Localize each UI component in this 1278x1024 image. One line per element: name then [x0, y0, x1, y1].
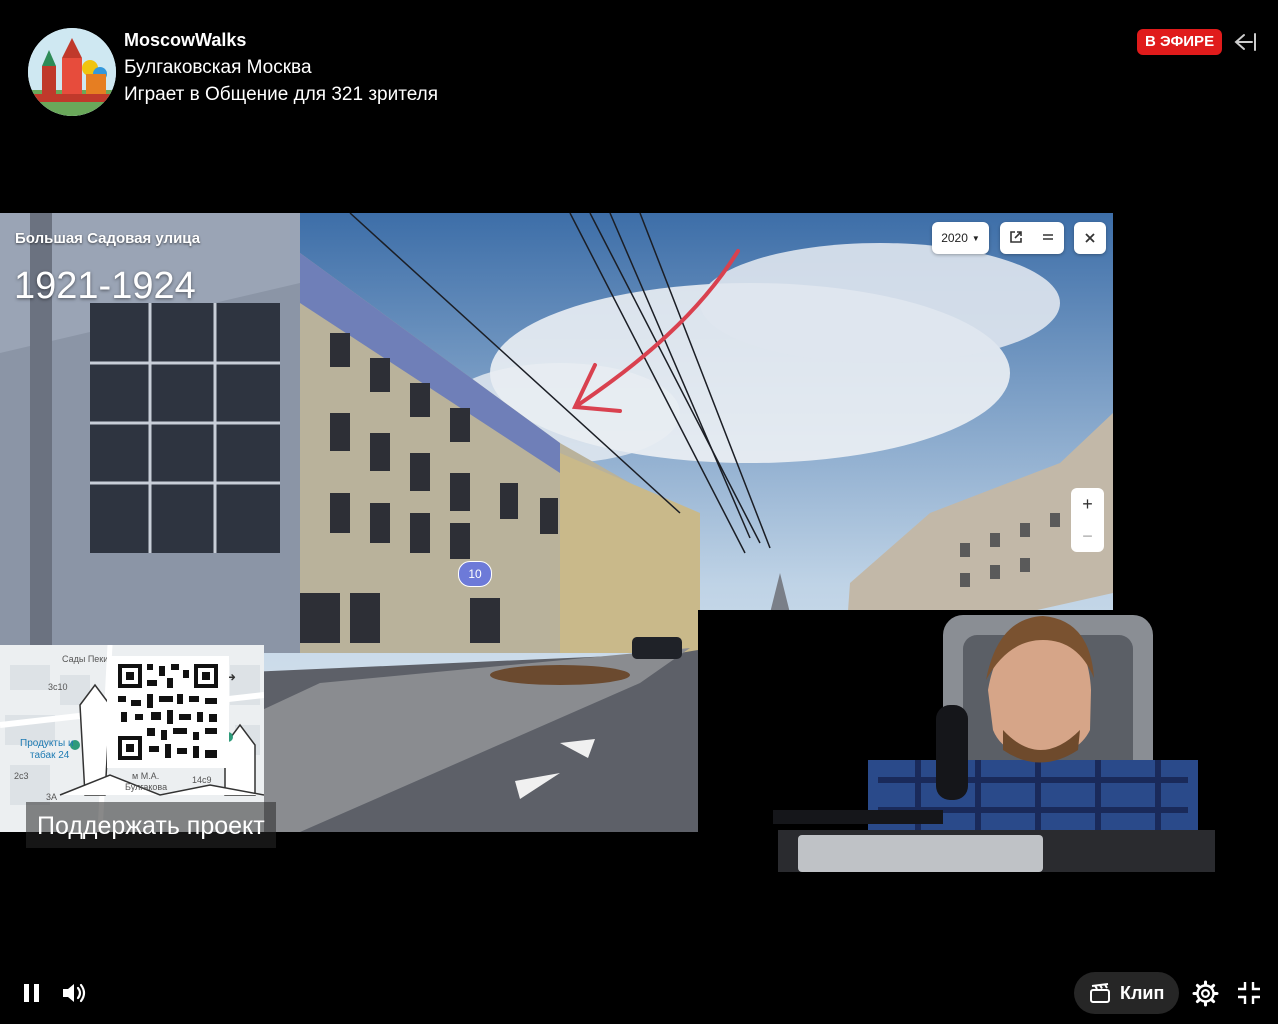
map-label: м М.А. [132, 771, 160, 781]
map-label: Сады Пекин [62, 654, 114, 664]
map-label: 3А [46, 792, 58, 802]
menu-icon[interactable] [1032, 230, 1064, 247]
gear-icon [1192, 980, 1219, 1007]
open-external-icon[interactable] [1000, 230, 1032, 247]
support-project-banner[interactable]: Поддержать проект [26, 802, 276, 848]
map-label: Булгакова [125, 782, 168, 792]
channel-avatar[interactable] [28, 28, 116, 116]
house-number-badge[interactable]: 10 [458, 561, 492, 587]
panorama-tools [1000, 222, 1064, 254]
volume-icon [63, 983, 86, 1003]
channel-name[interactable]: MoscowWalks [124, 30, 246, 51]
map-label: 2с3 [14, 771, 29, 781]
clapperboard-icon [1090, 983, 1110, 1003]
exit-icon[interactable] [1232, 30, 1258, 54]
exit-fullscreen-icon [1238, 982, 1260, 1004]
clip-label: Клип [1120, 982, 1165, 1003]
exit-fullscreen-button[interactable] [1236, 980, 1262, 1006]
webcam-overlay [698, 610, 1215, 872]
zoom-out-button[interactable]: − [1071, 520, 1104, 552]
settings-button[interactable] [1192, 980, 1219, 1007]
years-overlay: 1921-1924 [14, 265, 196, 307]
street-name: Большая Садовая улица [15, 230, 201, 247]
zoom-control: + − [1071, 488, 1104, 552]
map-label: 14с9 [192, 775, 212, 785]
live-badge: В ЭФИРЕ [1137, 29, 1223, 55]
clip-button[interactable]: Клип [1074, 972, 1179, 1014]
map-label: 3с10 [48, 682, 68, 692]
year-select-value: 2020 [941, 231, 968, 245]
map-label: Продукты и [20, 738, 74, 749]
chevron-down-icon: ▼ [971, 233, 980, 243]
close-panorama-button[interactable] [1074, 222, 1106, 254]
pause-icon [24, 984, 39, 1002]
year-select[interactable]: 2020 ▼ [932, 222, 989, 254]
map-label: табак 24 [30, 750, 70, 761]
zoom-in-button[interactable]: + [1071, 488, 1104, 520]
stream-subtitle: Играет в Общение для 321 зрителя [124, 84, 439, 105]
pause-button[interactable] [20, 982, 44, 1004]
volume-button[interactable] [60, 980, 90, 1006]
close-icon [1085, 233, 1095, 243]
stream-title: Булгаковская Москва [124, 57, 312, 78]
qr-code [107, 656, 229, 768]
